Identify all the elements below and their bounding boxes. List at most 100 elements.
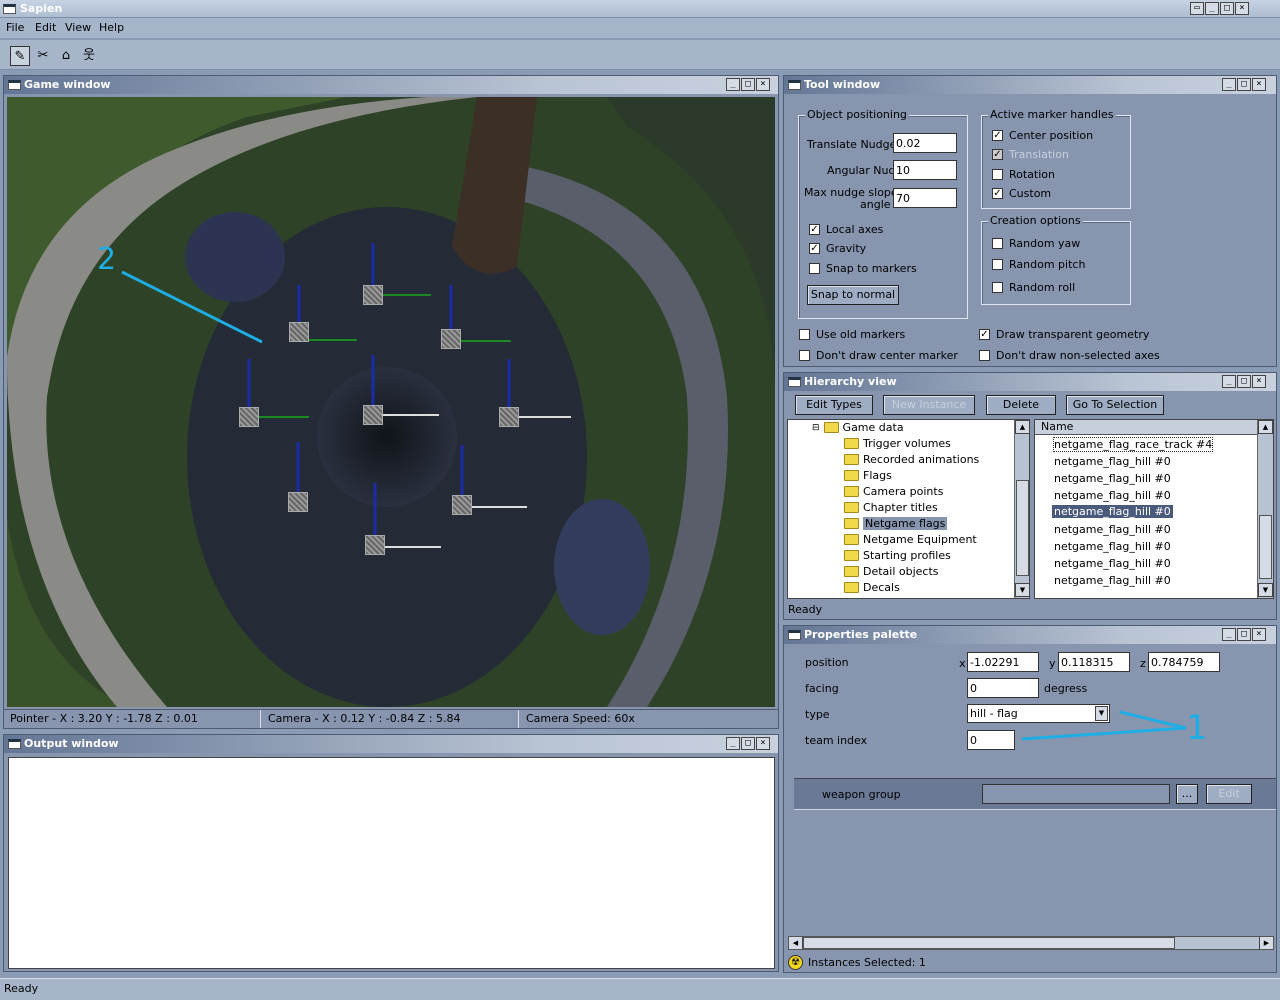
- translate-nudge-input[interactable]: 0.02: [893, 133, 957, 153]
- list-item-selected[interactable]: netgame_flag_hill #0: [1052, 505, 1173, 518]
- output-log[interactable]: [8, 757, 775, 969]
- scroll-up-icon[interactable]: ▲: [1258, 420, 1273, 434]
- scroll-down-icon[interactable]: ▼: [1015, 583, 1029, 597]
- draw-transparent-checkbox[interactable]: ✓: [979, 329, 990, 340]
- edit-weapon-group-button[interactable]: Edit: [1206, 784, 1252, 804]
- translation-checkbox[interactable]: ✓: [992, 149, 1003, 160]
- close-icon[interactable]: ×: [1252, 375, 1266, 388]
- scroll-thumb[interactable]: [803, 937, 1175, 949]
- scroll-thumb[interactable]: [1016, 480, 1029, 576]
- snap-to-normal-button[interactable]: Snap to normal: [807, 285, 899, 305]
- type-label: type: [805, 708, 830, 721]
- maximize-icon[interactable]: □: [1237, 78, 1251, 91]
- tree-item-label: Flags: [863, 469, 892, 482]
- random-pitch-checkbox[interactable]: [992, 259, 1003, 270]
- tree-item[interactable]: Flags: [844, 469, 892, 482]
- menu-edit[interactable]: Edit: [35, 21, 56, 34]
- dont-draw-axes-checkbox[interactable]: [979, 350, 990, 361]
- close-icon[interactable]: ×: [1252, 628, 1266, 641]
- edit-types-button[interactable]: Edit Types: [795, 395, 873, 415]
- list-item[interactable]: netgame_flag_hill #0: [1054, 472, 1171, 485]
- list-header-name[interactable]: Name: [1035, 420, 1257, 435]
- tree-item[interactable]: Starting profiles: [844, 549, 951, 562]
- minimize-icon[interactable]: _: [726, 737, 740, 750]
- new-instance-button[interactable]: New Instance: [883, 395, 975, 415]
- instance-list[interactable]: Name netgame_flag_race_track #4 netgame_…: [1034, 419, 1274, 599]
- pencil-icon[interactable]: ✎: [10, 46, 30, 66]
- random-yaw-checkbox[interactable]: [992, 238, 1003, 249]
- tree-item[interactable]: Recorded animations: [844, 453, 979, 466]
- use-old-markers-checkbox[interactable]: [799, 329, 810, 340]
- maximize-icon[interactable]: □: [1237, 628, 1251, 641]
- list-item[interactable]: netgame_flag_hill #0: [1054, 574, 1171, 587]
- hierarchy-titlebar: Hierarchy view _ □ ×: [784, 373, 1276, 391]
- tree-item[interactable]: Decals: [844, 581, 900, 594]
- minimize-icon[interactable]: _: [1205, 2, 1219, 15]
- camera-icon[interactable]: ⌂: [56, 46, 76, 66]
- type-tree[interactable]: ⊟ Game data Trigger volumes Recorded anim…: [787, 419, 1030, 599]
- maximize-icon[interactable]: □: [1237, 375, 1251, 388]
- maximize-icon[interactable]: □: [741, 737, 755, 750]
- scroll-up-icon[interactable]: ▲: [1015, 420, 1029, 434]
- menu-help[interactable]: Help: [99, 21, 124, 34]
- random-roll-checkbox[interactable]: [992, 282, 1003, 293]
- max-nudge-slope-input[interactable]: 70: [893, 188, 957, 208]
- go-to-selection-button[interactable]: Go To Selection: [1066, 395, 1164, 415]
- angular-nudge-input[interactable]: 10: [893, 160, 957, 180]
- position-y-input[interactable]: 0.118315: [1058, 652, 1130, 672]
- team-index-input[interactable]: 0: [967, 730, 1015, 750]
- position-x-input[interactable]: -1.02291: [967, 652, 1039, 672]
- scissors-icon[interactable]: ✂: [33, 46, 53, 66]
- delete-button[interactable]: Delete: [986, 395, 1056, 415]
- rotation-checkbox[interactable]: [992, 169, 1003, 180]
- local-axes-checkbox[interactable]: ✓: [809, 224, 820, 235]
- tree-root[interactable]: ⊟ Game data: [812, 421, 904, 434]
- close-icon[interactable]: ×: [1235, 2, 1249, 15]
- snap-markers-checkbox[interactable]: [809, 263, 820, 274]
- center-position-checkbox[interactable]: ✓: [992, 130, 1003, 141]
- minimize-icon[interactable]: _: [726, 78, 740, 91]
- weapon-group-input[interactable]: [982, 784, 1170, 804]
- list-item[interactable]: netgame_flag_hill #0: [1054, 523, 1171, 536]
- scroll-left-icon[interactable]: ◀: [789, 937, 803, 949]
- browse-button[interactable]: ...: [1176, 784, 1198, 804]
- scroll-thumb[interactable]: [1259, 515, 1272, 579]
- minimize-icon[interactable]: _: [1222, 375, 1236, 388]
- tree-item[interactable]: Chapter titles: [844, 501, 938, 514]
- restore-icon[interactable]: ▭: [1190, 2, 1204, 15]
- tree-item[interactable]: Detail objects: [844, 565, 939, 578]
- app-window-controls: ▭ _ □ ×: [1190, 2, 1249, 15]
- tree-scrollbar[interactable]: ▲ ▼: [1014, 420, 1029, 598]
- list-item[interactable]: netgame_flag_race_track #4: [1052, 437, 1214, 452]
- close-icon[interactable]: ×: [756, 737, 770, 750]
- minimize-icon[interactable]: _: [1222, 78, 1236, 91]
- scroll-right-icon[interactable]: ▶: [1259, 937, 1273, 949]
- list-item[interactable]: netgame_flag_hill #0: [1054, 455, 1171, 468]
- close-icon[interactable]: ×: [756, 78, 770, 91]
- list-item[interactable]: netgame_flag_hill #0: [1054, 557, 1171, 570]
- close-icon[interactable]: ×: [1252, 78, 1266, 91]
- maximize-icon[interactable]: □: [741, 78, 755, 91]
- menu-view[interactable]: View: [65, 21, 91, 34]
- window-icon: [788, 377, 801, 387]
- gravity-checkbox[interactable]: ✓: [809, 243, 820, 254]
- tree-item-selected[interactable]: Netgame flags: [844, 517, 948, 530]
- maximize-icon[interactable]: □: [1220, 2, 1234, 15]
- facing-input[interactable]: 0: [967, 678, 1039, 698]
- scroll-down-icon[interactable]: ▼: [1258, 583, 1273, 597]
- person-icon[interactable]: 웃: [79, 46, 99, 66]
- tree-item[interactable]: Trigger volumes: [844, 437, 951, 450]
- menu-file[interactable]: File: [6, 21, 24, 34]
- list-item[interactable]: netgame_flag_hill #0: [1054, 540, 1171, 553]
- tree-item[interactable]: Camera points: [844, 485, 943, 498]
- properties-palette: Properties palette _ □ × position x -1.0…: [783, 625, 1277, 973]
- list-item[interactable]: netgame_flag_hill #0: [1054, 489, 1171, 502]
- tree-item[interactable]: Netgame Equipment: [844, 533, 977, 546]
- position-z-input[interactable]: 0.784759: [1148, 652, 1220, 672]
- list-scrollbar[interactable]: ▲ ▼: [1257, 420, 1273, 598]
- properties-hscrollbar[interactable]: ◀ ▶: [788, 936, 1274, 950]
- custom-checkbox[interactable]: ✓: [992, 188, 1003, 199]
- minimize-icon[interactable]: _: [1222, 628, 1236, 641]
- game-viewport[interactable]: 2: [7, 97, 775, 707]
- dont-draw-center-checkbox[interactable]: [799, 350, 810, 361]
